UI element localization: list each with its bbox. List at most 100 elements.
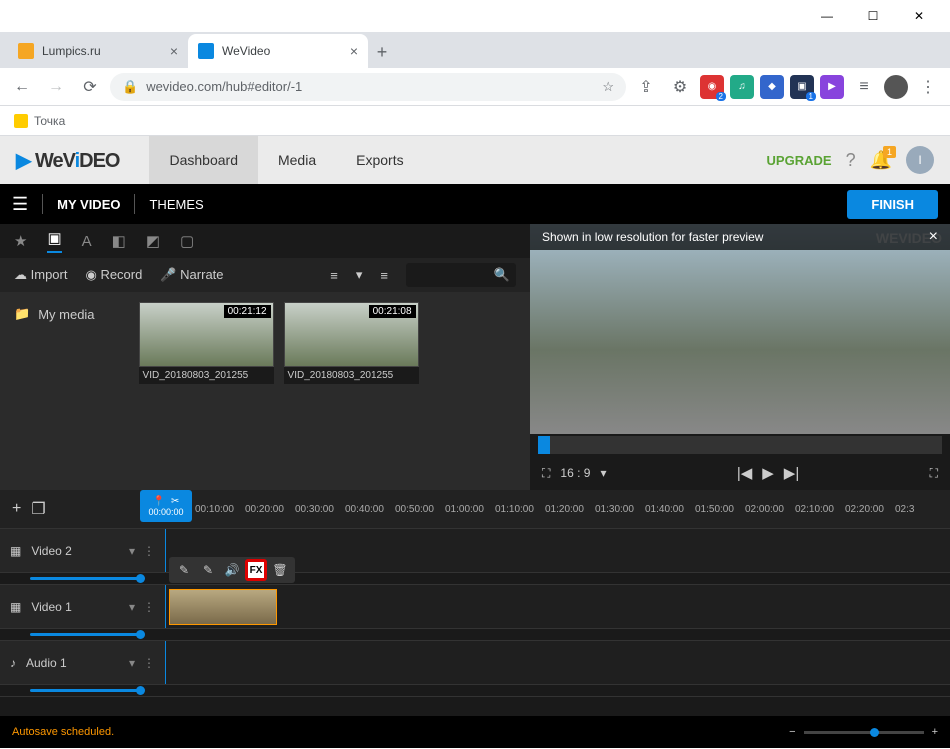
- media-clip[interactable]: 00:21:12 VID_20180803_201255: [139, 302, 274, 480]
- user-avatar[interactable]: I: [906, 146, 934, 174]
- aspect-dropdown-icon[interactable]: ▾: [600, 466, 606, 480]
- tab-close-icon[interactable]: ×: [170, 43, 178, 59]
- crop-icon[interactable]: ✎: [197, 559, 219, 581]
- banner-close-icon[interactable]: ×: [929, 228, 938, 246]
- track-body[interactable]: ✎ ✎ 🔊 FX 🗑: [165, 585, 950, 628]
- tab-text-icon[interactable]: A: [82, 233, 92, 250]
- sort2-icon[interactable]: ≡: [380, 268, 388, 283]
- share-icon[interactable]: ⇪: [632, 73, 660, 101]
- ext-adblock-icon[interactable]: ◉2: [700, 75, 724, 99]
- track-volume-slider[interactable]: [0, 684, 950, 696]
- wevideo-logo[interactable]: ▶ WeViDEO: [16, 148, 119, 173]
- copy-icon[interactable]: ❐: [31, 499, 45, 519]
- next-frame-icon[interactable]: ▶|: [784, 464, 799, 482]
- zoom-in-icon[interactable]: +: [932, 726, 938, 738]
- clip-toolbar: ✎ ✎ 🔊 FX 🗑: [169, 557, 295, 583]
- track-menu-icon[interactable]: ⋮: [143, 656, 155, 670]
- video-preview[interactable]: WEVIDEO: [530, 224, 950, 434]
- track-header[interactable]: ▦ Video 1 ▾⋮: [0, 585, 165, 628]
- reload-button[interactable]: ⟳: [76, 73, 104, 101]
- profile-avatar[interactable]: [884, 75, 908, 99]
- track-body[interactable]: [165, 641, 950, 684]
- hamburger-icon[interactable]: ☰: [12, 194, 28, 215]
- bell-icon[interactable]: 🔔1: [870, 150, 892, 171]
- track-header[interactable]: ♪ Audio 1 ▾⋮: [0, 641, 165, 684]
- tab-title: WeVideo: [222, 44, 270, 58]
- new-tab-button[interactable]: +: [368, 38, 396, 66]
- delete-icon[interactable]: 🗑: [269, 559, 291, 581]
- fullscreen-left-icon[interactable]: ⛶: [542, 466, 550, 481]
- browser-menu-icon[interactable]: ⋮: [914, 73, 942, 101]
- chevron-down-icon[interactable]: ▾: [129, 600, 135, 614]
- play-icon[interactable]: ▶: [762, 464, 774, 482]
- ext-green-icon[interactable]: ♫: [730, 75, 754, 99]
- ruler-tick: 00:30:00: [295, 504, 345, 515]
- back-button[interactable]: ←: [8, 73, 36, 101]
- time-ruler[interactable]: 00:10:00 00:20:00 00:30:00 00:40:00 00:5…: [165, 504, 950, 515]
- window-close[interactable]: ✕: [896, 0, 942, 32]
- nav-exports[interactable]: Exports: [336, 136, 423, 184]
- zoom-slider[interactable]: [804, 731, 924, 734]
- volume-icon[interactable]: 🔊: [221, 559, 243, 581]
- track-opacity-slider[interactable]: [0, 628, 950, 640]
- help-icon[interactable]: ?: [846, 150, 856, 171]
- clip-duration: 00:21:08: [369, 305, 416, 318]
- window-minimize[interactable]: —: [804, 0, 850, 32]
- tab-star-icon[interactable]: ★: [14, 232, 27, 250]
- clip-name: VID_20180803_201255: [139, 367, 274, 384]
- track-menu-icon[interactable]: ⋮: [143, 600, 155, 614]
- filter-icon[interactable]: ▾: [356, 267, 363, 283]
- narrate-button[interactable]: 🎤 Narrate: [160, 267, 223, 283]
- tab-graphics-icon[interactable]: ◩: [146, 232, 160, 250]
- aspect-ratio[interactable]: 16 : 9: [560, 466, 590, 480]
- url-text: wevideo.com/hub#editor/-1: [146, 79, 302, 94]
- fullscreen-icon[interactable]: ⛶: [930, 466, 938, 481]
- project-title[interactable]: MY VIDEO: [57, 197, 120, 212]
- nav-dashboard[interactable]: Dashboard: [149, 136, 258, 184]
- zoom-out-icon[interactable]: −: [789, 726, 795, 738]
- timeline-header: + ❐ ↶ 📍✂ 00:00:00 00:10:00 00:20:00 00:3…: [0, 490, 950, 528]
- chevron-down-icon[interactable]: ▾: [129, 656, 135, 670]
- translate-icon[interactable]: ⚙: [666, 73, 694, 101]
- ext-blue-icon[interactable]: ◆: [760, 75, 784, 99]
- extensions-area: ⇪ ⚙ ◉2 ♫ ◆ ▣1 ▶ ≡ ⋮: [632, 73, 942, 101]
- forward-button[interactable]: →: [42, 73, 70, 101]
- browser-tab-wevideo[interactable]: WeVideo ×: [188, 34, 368, 68]
- add-track-icon[interactable]: +: [12, 500, 21, 518]
- import-button[interactable]: ☁ Import: [14, 267, 67, 283]
- track-header[interactable]: ▦ Video 2 ▾⋮: [0, 529, 165, 572]
- tab-close-icon[interactable]: ×: [350, 43, 358, 59]
- fx-button[interactable]: FX: [245, 559, 267, 581]
- themes-tab[interactable]: THEMES: [149, 197, 203, 212]
- upgrade-link[interactable]: UPGRADE: [767, 153, 832, 168]
- media-tabs: ★ ▣ A ◧ ◩ ▢: [0, 224, 530, 258]
- bookmark-item[interactable]: Точка: [34, 114, 65, 128]
- sort-icon[interactable]: ≡: [330, 268, 338, 283]
- search-input[interactable]: 🔍: [406, 263, 516, 287]
- ruler-tick: 01:30:00: [595, 504, 645, 515]
- star-icon[interactable]: ☆: [602, 79, 614, 95]
- prev-frame-icon[interactable]: |◀: [737, 464, 752, 482]
- tab-backgrounds-icon[interactable]: ▢: [180, 232, 194, 250]
- main-area: ★ ▣ A ◧ ◩ ▢ ☁ Import ◉ Record 🎤 Narrate …: [0, 224, 950, 490]
- folder-my-media[interactable]: 📁 My media: [10, 302, 99, 326]
- clip-duration: 00:21:12: [224, 305, 271, 318]
- tab-media-icon[interactable]: ▣: [47, 229, 61, 253]
- window-maximize[interactable]: ☐: [850, 0, 896, 32]
- finish-button[interactable]: FINISH: [847, 190, 938, 219]
- ext-purple-icon[interactable]: ▶: [820, 75, 844, 99]
- address-bar[interactable]: 🔒 wevideo.com/hub#editor/-1 ☆: [110, 73, 626, 101]
- ext-dark-icon[interactable]: ▣1: [790, 75, 814, 99]
- record-button[interactable]: ◉ Record: [85, 267, 142, 283]
- track-opacity-slider[interactable]: [0, 572, 950, 584]
- scrubber[interactable]: [538, 436, 942, 454]
- tab-transitions-icon[interactable]: ◧: [112, 232, 126, 250]
- playlist-icon[interactable]: ≡: [850, 73, 878, 101]
- media-clip[interactable]: 00:21:08 VID_20180803_201255: [284, 302, 419, 480]
- track-menu-icon[interactable]: ⋮: [143, 544, 155, 558]
- timeline-clip[interactable]: [169, 589, 277, 625]
- edit-icon[interactable]: ✎: [173, 559, 195, 581]
- nav-media[interactable]: Media: [258, 136, 336, 184]
- browser-tab-lumpics[interactable]: Lumpics.ru ×: [8, 34, 188, 68]
- chevron-down-icon[interactable]: ▾: [129, 544, 135, 558]
